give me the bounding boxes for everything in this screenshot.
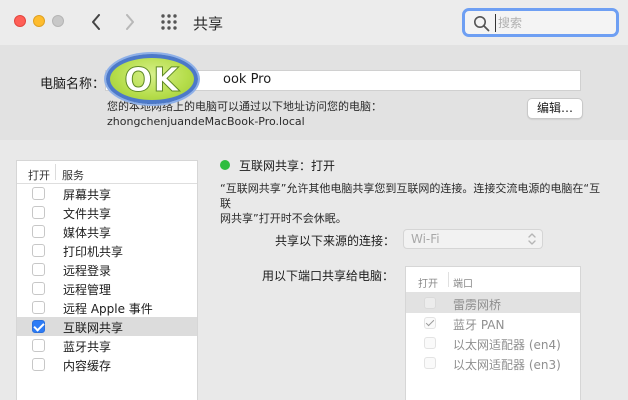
port-checkbox[interactable] <box>424 297 436 309</box>
column-header-port: 端口 <box>453 279 473 290</box>
service-label: 远程 Apple 事件 <box>63 302 153 316</box>
edit-button[interactable]: 编辑… <box>527 98 583 119</box>
close-window-button[interactable] <box>14 15 26 27</box>
search-input[interactable] <box>495 14 613 32</box>
service-checkbox[interactable] <box>32 358 45 371</box>
port-row-bluetooth-pan[interactable]: 蓝牙 PAN <box>406 313 580 333</box>
share-from-value: Wi-Fi <box>411 232 440 246</box>
title-bar: 共享 <box>0 0 628 45</box>
service-row-media-sharing[interactable]: 媒体共享 <box>17 222 197 241</box>
service-row-remote-login[interactable]: 远程登录 <box>17 260 197 279</box>
local-hostname: zhongchenjuandeMacBook-Pro.local <box>107 115 305 128</box>
service-label: 屏幕共享 <box>63 188 112 202</box>
port-checkbox[interactable] <box>424 337 436 349</box>
service-label: 文件共享 <box>63 207 112 221</box>
chevron-left-icon <box>92 14 100 30</box>
service-checkbox[interactable] <box>32 282 45 295</box>
service-checkbox[interactable] <box>32 301 45 314</box>
service-checkbox-checked[interactable] <box>32 320 45 333</box>
port-row-ethernet-en4[interactable]: 以太网适配器 (en4) <box>406 333 580 353</box>
port-checkbox-checked[interactable] <box>424 317 436 329</box>
service-label: 远程管理 <box>63 283 112 297</box>
ok-watermark-text: OK <box>124 59 180 99</box>
show-all-button[interactable] <box>160 13 178 31</box>
services-list-header: 打开 服务 <box>17 161 197 184</box>
service-row-screen-sharing[interactable]: 屏幕共享 <box>17 184 197 203</box>
port-checkbox[interactable] <box>424 357 436 369</box>
port-label: 雷雳网桥 <box>453 298 502 312</box>
port-label: 以太网适配器 (en3) <box>453 358 561 372</box>
service-label: 远程登录 <box>63 264 112 278</box>
computer-name-label: 电脑名称： <box>40 77 106 92</box>
service-checkbox[interactable] <box>32 263 45 276</box>
ports-list: 打开 端口 雷雳网桥 蓝牙 PAN 以太网适配器 (en4) 以太网适配器 (e… <box>405 266 581 400</box>
forward-button[interactable] <box>119 9 141 35</box>
port-row-ethernet-en3[interactable]: 以太网适配器 (en3) <box>406 353 580 373</box>
status-indicator <box>220 160 230 170</box>
service-row-remote-apple-events[interactable]: 远程 Apple 事件 <box>17 298 197 317</box>
service-description: “互联网共享”允许其他电脑共享您到互联网的连接。连接交流电源的电脑在“互联 网共… <box>220 181 610 226</box>
service-row-content-caching[interactable]: 内容缓存 <box>17 355 197 374</box>
service-checkbox[interactable] <box>32 244 45 257</box>
column-divider <box>448 272 449 287</box>
ports-label: 用以下端口共享给电脑： <box>262 269 395 283</box>
ports-list-header: 打开 端口 <box>406 267 580 293</box>
port-row-thunderbolt-bridge[interactable]: 雷雳网桥 <box>406 293 580 313</box>
service-checkbox[interactable] <box>32 187 45 200</box>
service-row-bluetooth-sharing[interactable]: 蓝牙共享 <box>17 336 197 355</box>
port-label: 蓝牙 PAN <box>453 318 505 332</box>
services-list: 打开 服务 屏幕共享 文件共享 媒体共享 打印机共享 远程登录 远程管理 远程 … <box>16 160 198 400</box>
service-label: 打印机共享 <box>63 245 124 259</box>
column-divider <box>55 164 56 180</box>
description-line: 网共享”打开时不会休眠。 <box>220 212 347 225</box>
service-checkbox[interactable] <box>32 206 45 219</box>
service-checkbox[interactable] <box>32 225 45 238</box>
service-label: 媒体共享 <box>63 226 112 240</box>
ok-watermark-badge: OK <box>106 54 198 104</box>
service-row-internet-sharing[interactable]: 互联网共享 <box>17 317 197 336</box>
column-header-on: 打开 <box>418 279 438 290</box>
share-from-select[interactable]: Wi-Fi <box>403 229 543 249</box>
service-label: 蓝牙共享 <box>63 340 112 354</box>
window-title: 共享 <box>193 15 224 33</box>
search-box[interactable] <box>462 8 619 37</box>
search-icon <box>474 16 490 32</box>
service-status: 互联网共享：打开 <box>239 159 336 173</box>
chevron-right-icon <box>126 14 134 30</box>
grid-icon <box>161 14 177 30</box>
port-label: 以太网适配器 (en4) <box>453 338 561 352</box>
service-row-file-sharing[interactable]: 文件共享 <box>17 203 197 222</box>
service-label: 内容缓存 <box>63 359 112 373</box>
service-row-printer-sharing[interactable]: 打印机共享 <box>17 241 197 260</box>
service-checkbox[interactable] <box>32 339 45 352</box>
service-label: 互联网共享 <box>63 321 124 335</box>
computer-name-section: 电脑名称： ook Pro 您的本地网络上的电脑可以通过以下地址访问您的电脑： … <box>0 45 628 140</box>
zoom-window-button[interactable] <box>52 15 64 27</box>
chevron-updown-icon <box>528 233 536 245</box>
minimize-window-button[interactable] <box>33 15 45 27</box>
service-row-remote-management[interactable]: 远程管理 <box>17 279 197 298</box>
share-from-label: 共享以下来源的连接： <box>275 234 396 248</box>
description-line: “互联网共享”允许其他电脑共享您到互联网的连接。连接交流电源的电脑在“互联 <box>220 182 601 210</box>
column-header-on: 打开 <box>28 169 50 182</box>
back-button[interactable] <box>85 9 107 35</box>
column-header-service: 服务 <box>62 169 84 182</box>
